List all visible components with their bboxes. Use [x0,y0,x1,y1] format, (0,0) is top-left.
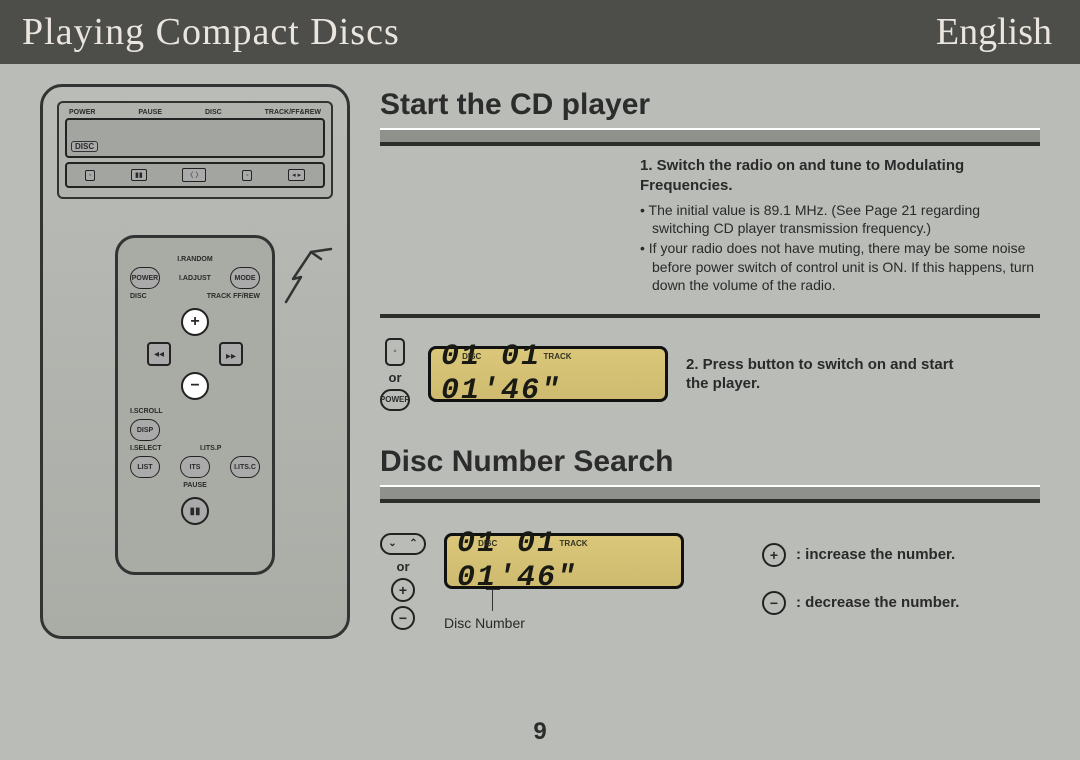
minus-button-icon: − [391,606,415,630]
legend-minus-icon: − [762,591,786,615]
cd-logo-icon: DISC [71,141,98,152]
step1-title: 1. Switch the radio on and tune to Modul… [640,156,1040,195]
remote-pause-label: PAUSE [130,482,260,489]
header-title: Playing Compact Discs [22,10,400,54]
hu-btn: ◦ [242,170,252,181]
lcd-readout-2: 01 01 01'46" [457,527,671,595]
unit-rocker-button-icon: ⌄⌃ [380,533,426,555]
legend-plus-text: : increase the number. [796,546,955,563]
remote-itsc-button: I.ITS.C [230,456,260,478]
plus-button-icon: + [391,578,415,602]
disc-search-legend: + : increase the number. − : decrease th… [762,533,959,625]
hu-label-power: POWER [69,109,95,116]
head-unit-illustration: POWER PAUSE DISC TRACK/FF&REW DISC ◦ ▮▮ … [57,101,333,199]
hu-btn: ◦ [85,170,95,181]
page-header: Playing Compact Discs English [0,0,1080,64]
step1-block: 1. Switch the radio on and tune to Modul… [380,156,1040,296]
lcd-display-2: DISC TRACK 01 01 01'46" [444,533,684,589]
lcd-label-track-2: TRACK [560,539,588,548]
header-language: English [936,10,1052,54]
step2-title: 2. Press button to switch on and start t… [686,355,966,394]
hu-label-track: TRACK/FF&REW [265,109,321,116]
device-illustration-panel: POWER PAUSE DISC TRACK/FF&REW DISC ◦ ▮▮ … [40,84,350,639]
remote-random-label: I.RANDOM [130,256,260,263]
remote-power-button-icon: POWER [380,389,410,411]
section1-rule [380,128,1040,146]
remote-disp-button: DISP [130,419,160,441]
section2-heading: Disc Number Search [380,445,1040,479]
remote-power-button: POWER [130,267,160,289]
remote-track-label: TRACK FF/REW [207,293,260,300]
hu-label-pause: PAUSE [138,109,162,116]
disc-number-callout: Disc Number [444,615,684,631]
lcd-label-track: TRACK [544,352,572,361]
remote-prev-button: ◂◂ [147,342,171,366]
power-button-stack: ◦ or POWER [380,338,410,411]
remote-mode-button: MODE [230,267,260,289]
or-label: or [389,370,402,385]
remote-dpad: + ◂◂ ▸▸ − [145,304,245,404]
remote-plus-button: + [181,308,209,336]
hu-btn: ▮▮ [131,169,147,181]
remote-adjust-label: I.ADJUST [179,275,211,282]
unit-power-button-icon: ◦ [385,338,405,366]
legend-minus-text: : decrease the number. [796,594,959,611]
hu-label-disc: DISC [205,109,222,116]
legend-plus-icon: + [762,543,786,567]
thin-divider [380,314,1040,318]
remote-pause-button: ▮▮ [181,497,209,525]
remote-scroll-label: I.SCROLL [130,408,163,415]
hu-btn: ◂ ▸ [288,169,305,181]
callout-tick [486,589,500,590]
section2-rule [380,485,1040,503]
step1-bullet2: If your radio does not have muting, ther… [640,239,1040,294]
remote-list-button: LIST [130,456,160,478]
disc-search-body: ⌄⌃ or + − DISC TRACK 01 01 01'46" Disc N… [380,533,1040,631]
hu-btn: 〈 〉 [182,168,206,182]
remote-disc-label: DISC [130,293,147,300]
content-column: Start the CD player 1. Switch the radio … [380,84,1040,639]
remote-itsp-label: I.ITS.P [200,445,221,452]
or-label-2: or [397,559,410,574]
lcd-label-disc: DISC [462,352,481,361]
page-number: 9 [0,718,1080,746]
step2-row: ◦ or POWER DISC TRACK 01 01 01'46" 2. Pr… [380,338,1040,411]
signal-zigzag-icon [281,247,341,307]
remote-minus-button: − [181,372,209,400]
lcd-readout: 01 01 01'46" [441,340,655,408]
lcd-label-disc-2: DISC [478,539,497,548]
remote-next-button: ▸▸ [219,342,243,366]
remote-select-label: I.SELECT [130,445,162,452]
lcd-display: DISC TRACK 01 01 01'46" [428,346,668,402]
remote-its-button: ITS [180,456,210,478]
callout-line [492,589,493,611]
remote-control-illustration: I.RANDOM POWER I.ADJUST MODE DISC TRACK … [115,235,275,575]
disc-button-stack: ⌄⌃ or + − [380,533,426,630]
section1-heading: Start the CD player [380,88,1040,122]
step1-bullet1: The initial value is 89.1 MHz. (See Page… [640,201,1040,237]
